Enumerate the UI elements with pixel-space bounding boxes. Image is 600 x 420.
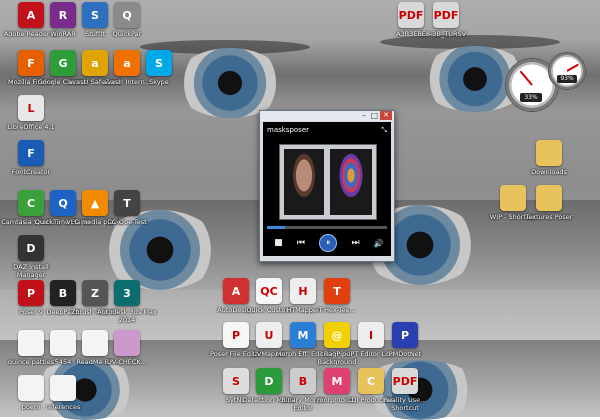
desktop-icon-3dsmax[interactable]: 3 Autodesk 3ds Max 2014 — [96, 280, 158, 324]
desktop-icon-ttttt[interactable]: T T-Hex-Tee... — [306, 278, 368, 314]
ttttt-icon: T — [324, 278, 350, 304]
player-title-bar[interactable]: – □ ✕ — [260, 111, 394, 121]
desktop-icon-label: Downloads — [531, 168, 567, 176]
desktop-icon-daz[interactable]: D DAZ Install Manager — [0, 235, 62, 279]
desktop-icon-label: DAZ Install Manager — [13, 263, 49, 279]
switch-view-icon[interactable]: ⤡ — [381, 126, 387, 135]
memory-gauge-needle — [566, 63, 579, 72]
pdf2-icon: PDF — [433, 2, 459, 28]
maximize-icon[interactable]: □ — [370, 111, 378, 121]
desktop-icon-label: Reality Use... Shortcut — [383, 396, 427, 412]
seek-bar-fill — [267, 226, 285, 229]
desktop-icon-uvcheck[interactable]: UV-CHECK... — [96, 330, 158, 366]
eye-top-left — [175, 48, 285, 118]
desktop-icon-label: Skype — [149, 78, 169, 86]
desktop-icon-label: Textures Poser — [525, 213, 573, 221]
minimize-icon[interactable]: – — [362, 111, 366, 121]
desktop-icon-label: PMDotNet — [388, 350, 422, 358]
libreoffice-icon: L — [18, 95, 44, 121]
desktop-icon-references[interactable]: references — [32, 375, 94, 411]
player-body: masksposer ⤡ ■ ⏮ ⏸ ⏭ 🔊 — [263, 122, 391, 256]
desktop-icon-label: LibreOffice 4.1 — [7, 123, 55, 131]
desktop-icon-label: references — [45, 403, 81, 411]
desktop-icon-pmdotnet[interactable]: P PMDotNet — [374, 322, 436, 358]
daz-icon: D — [18, 235, 44, 261]
reality-icon: PDF — [392, 368, 418, 394]
pmdotnet-icon: P — [392, 322, 418, 348]
desktop-icon-label: T-Hex-Tee... — [318, 306, 356, 314]
references-icon — [50, 375, 76, 401]
pause-button[interactable]: ⏸ — [319, 234, 338, 252]
quickpar-icon: Q — [114, 2, 140, 28]
desktop-icon-downloads[interactable]: Downloads — [518, 140, 580, 176]
textures-icon — [536, 185, 562, 211]
cpu-gauge-needle — [519, 70, 533, 86]
fontcreator-icon: F — [18, 140, 44, 166]
uvcheck-icon — [114, 330, 140, 356]
desktop-icon-label: Autodesk 3ds Max 2014 — [97, 308, 157, 324]
3dsmax-icon: 3 — [114, 280, 140, 306]
seek-bar[interactable] — [267, 226, 387, 229]
ccleaner-icon: T — [114, 190, 140, 216]
desktop-icon-reality[interactable]: PDF Reality Use... Shortcut — [374, 368, 436, 412]
player-title: masksposer — [267, 126, 310, 134]
downloads-icon — [536, 140, 562, 166]
desktop-icon-textures[interactable]: Textures Poser — [518, 185, 580, 221]
desktop-icon-pdf2[interactable]: PDF 8-3B_TURSV — [415, 2, 477, 38]
desktop-icon-label: QuickPar — [112, 30, 142, 38]
cpu-gauge-readout: 33% — [520, 93, 542, 102]
desktop-icon-ccleaner[interactable]: T CC-Ope-Test — [96, 190, 158, 226]
desktop-icon-label: 8-3B_TURSV — [425, 30, 467, 38]
media-player-window[interactable]: – □ ✕ masksposer ⤡ ■ ⏮ ⏸ ⏭ 🔊 — [259, 110, 395, 262]
desktop-icon-skype[interactable]: S Skype — [128, 50, 190, 86]
desktop-icon-label: FontCreator — [11, 168, 51, 176]
next-button[interactable]: ⏭ — [352, 238, 360, 248]
video-frame — [279, 144, 377, 220]
desktop-icon-libreoffice[interactable]: L LibreOffice 4.1 — [0, 95, 62, 131]
memory-gauge[interactable]: 93% — [548, 52, 586, 90]
skype-icon: S — [146, 50, 172, 76]
face-render-plain — [284, 149, 324, 215]
player-controls: ■ ⏮ ⏸ ⏭ 🔊 — [267, 234, 391, 252]
face-render-painted — [330, 149, 372, 215]
desktop-icon-label: UV-CHECK... — [107, 358, 147, 366]
close-icon[interactable]: ✕ — [380, 111, 392, 120]
desktop-icon-fontcreator[interactable]: F FontCreator — [0, 140, 62, 176]
previous-button[interactable]: ⏮ — [297, 238, 305, 248]
desktop-icon-quickpar[interactable]: Q QuickPar — [96, 2, 158, 38]
memory-gauge-readout: 93% — [557, 75, 577, 83]
desktop-icon-label: CC-Ope-Test — [107, 218, 147, 226]
stop-button[interactable]: ■ — [274, 238, 283, 248]
volume-button[interactable]: 🔊 — [374, 239, 384, 248]
